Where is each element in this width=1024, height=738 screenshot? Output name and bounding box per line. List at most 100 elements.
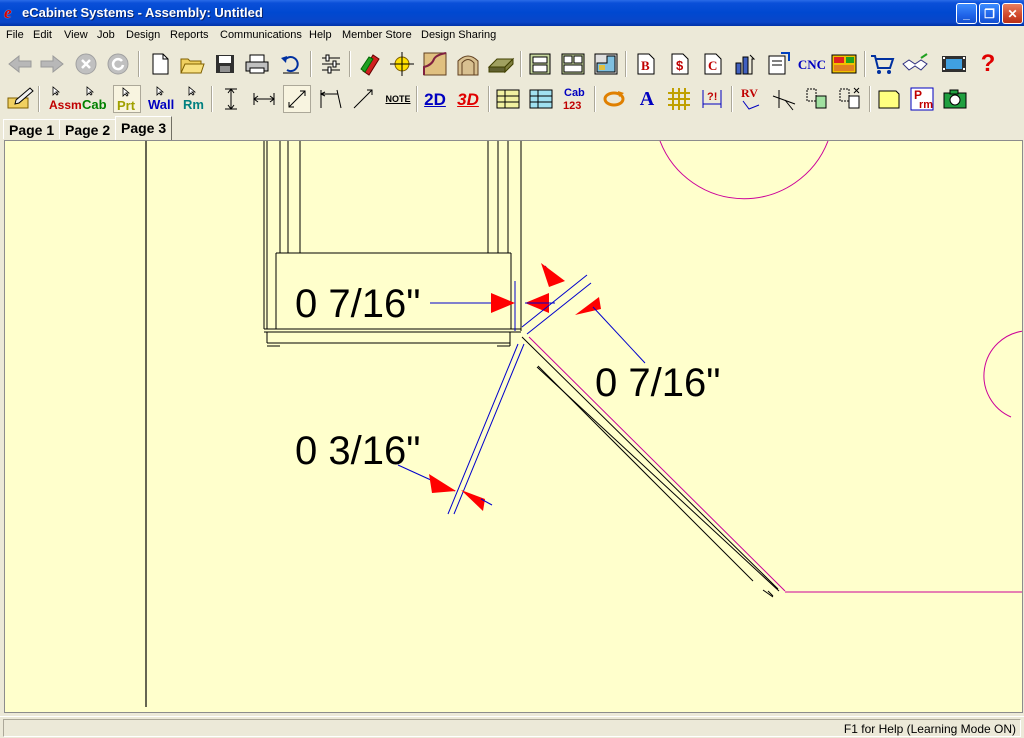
room-library-button[interactable] — [592, 50, 620, 78]
pointer-icon — [188, 86, 196, 96]
stop-icon — [75, 53, 97, 75]
cabinet-icon — [529, 53, 551, 75]
pointer-icon — [52, 86, 60, 96]
section-cut-button[interactable] — [770, 85, 798, 113]
delete-part-button[interactable] — [836, 85, 864, 113]
toolbar-separator — [349, 51, 351, 77]
edit-properties-button[interactable] — [6, 85, 34, 113]
cut-layout-button[interactable] — [830, 50, 858, 78]
vertical-dimension-button[interactable] — [217, 85, 245, 113]
note-label: NOTE — [385, 93, 411, 104]
menu-edit[interactable]: Edit — [33, 29, 52, 41]
optimize-button[interactable] — [731, 50, 759, 78]
aligned-dimension-button[interactable] — [283, 85, 311, 113]
rotate-button[interactable] — [600, 85, 628, 113]
view-2d-button[interactable]: 2D — [421, 85, 449, 113]
export-button[interactable] — [764, 50, 792, 78]
help-button[interactable]: ? — [974, 50, 1002, 78]
assembly-library-button[interactable] — [559, 50, 587, 78]
app-logo-icon: e — [4, 3, 12, 22]
forward-button[interactable] — [38, 50, 66, 78]
drawing-canvas[interactable]: 0 7/16" 0 7/16" 0 3/16" — [4, 140, 1023, 713]
close-button[interactable]: ✕ — [1002, 3, 1023, 24]
parameters-button[interactable]: P rm — [908, 85, 936, 113]
refresh-icon — [107, 53, 129, 75]
text-button[interactable]: A — [633, 85, 661, 113]
view-3d-button[interactable]: 3D — [454, 85, 482, 113]
countertop-icon — [487, 57, 515, 74]
save-button[interactable] — [211, 50, 239, 78]
snapshot-button[interactable] — [941, 85, 969, 113]
countertop-button[interactable] — [487, 50, 515, 78]
menu-reports[interactable]: Reports — [170, 29, 209, 41]
view-2d-label: 2D — [424, 89, 446, 109]
molding-button[interactable] — [421, 50, 449, 78]
menu-communications[interactable]: Communications — [220, 29, 302, 41]
bid-report-button[interactable]: B — [632, 50, 660, 78]
undo-button[interactable] — [277, 50, 305, 78]
select-part-button[interactable]: Prt — [113, 85, 141, 113]
partners-button[interactable] — [901, 50, 929, 78]
select-wall-button[interactable]: Wall — [146, 85, 174, 113]
cnc-button[interactable]: CNC — [796, 50, 828, 78]
copy-part-icon — [806, 88, 827, 109]
hardware-button[interactable] — [388, 50, 416, 78]
parts-list-icon — [529, 89, 553, 109]
title-bar[interactable]: e eCabinet Systems - Assembly: Untitled … — [0, 0, 1024, 26]
bid-letter: B — [641, 58, 650, 73]
materials-button[interactable] — [356, 50, 384, 78]
back-button[interactable] — [6, 50, 34, 78]
menu-file[interactable]: File — [6, 29, 24, 41]
toolbar-separator — [488, 86, 490, 112]
query-button[interactable]: ?! — [698, 85, 726, 113]
menu-design-sharing[interactable]: Design Sharing — [421, 29, 496, 41]
tutorial-video-button[interactable] — [940, 50, 968, 78]
angled-dimension-button[interactable] — [316, 85, 344, 113]
price-report-button[interactable]: $ — [666, 50, 694, 78]
select-assembly-button[interactable]: Assm — [46, 85, 82, 113]
cabinet-grid-button[interactable] — [494, 85, 522, 113]
thin-panel[interactable] — [447, 343, 525, 515]
parts-grid-button[interactable] — [527, 85, 555, 113]
copy-part-button[interactable] — [803, 85, 831, 113]
toolbar-separator — [864, 51, 866, 77]
menu-help[interactable]: Help — [309, 29, 332, 41]
new-file-button[interactable] — [146, 50, 174, 78]
tab-page-3[interactable]: Page 3 — [115, 116, 173, 140]
cabinet-library-button[interactable] — [526, 50, 554, 78]
notes-button[interactable] — [875, 85, 903, 113]
menu-design[interactable]: Design — [126, 29, 160, 41]
select-room-button[interactable]: Rm — [178, 85, 206, 113]
select-cabinet-button[interactable]: Cab — [80, 85, 108, 113]
toolbar-separator — [869, 86, 871, 112]
settings-button[interactable] — [317, 50, 345, 78]
sliders-icon — [322, 54, 340, 74]
refresh-button[interactable] — [104, 50, 132, 78]
minimize-button[interactable]: _ — [956, 3, 977, 24]
back-arrow-icon — [8, 54, 32, 74]
tab-page-1[interactable]: Page 1 — [3, 119, 61, 139]
toolbar-separator — [416, 86, 418, 112]
menu-view[interactable]: View — [64, 29, 88, 41]
dimension-horizontal[interactable] — [430, 281, 555, 331]
cutlist-report-button[interactable]: C — [699, 50, 727, 78]
menu-job[interactable]: Job — [97, 29, 115, 41]
toolbar-separator — [731, 86, 733, 112]
open-file-button[interactable] — [178, 50, 206, 78]
assm-label: Assm — [49, 98, 82, 112]
note-button[interactable]: NOTE — [382, 85, 414, 113]
menu-member-store[interactable]: Member Store — [342, 29, 412, 41]
grid-button[interactable] — [665, 85, 693, 113]
leader-line-button[interactable] — [349, 85, 377, 113]
design-toolbar: Assm Cab Prt Wall Rm NOTE 2D 3D Cab 123 … — [0, 81, 1024, 117]
revision-button[interactable]: RV — [737, 85, 765, 113]
shopping-cart-button[interactable] — [868, 50, 896, 78]
stop-button[interactable] — [72, 50, 100, 78]
maximize-button[interactable]: ❐ — [979, 3, 1000, 24]
cabinet-numbering-button[interactable]: Cab 123 — [560, 85, 590, 113]
tab-page-2[interactable]: Page 2 — [59, 119, 117, 139]
horizontal-dimension-button[interactable] — [250, 85, 278, 113]
status-text: F1 for Help (Learning Mode ON) — [843, 722, 1016, 736]
print-button[interactable] — [243, 50, 271, 78]
door-styles-button[interactable] — [454, 50, 482, 78]
